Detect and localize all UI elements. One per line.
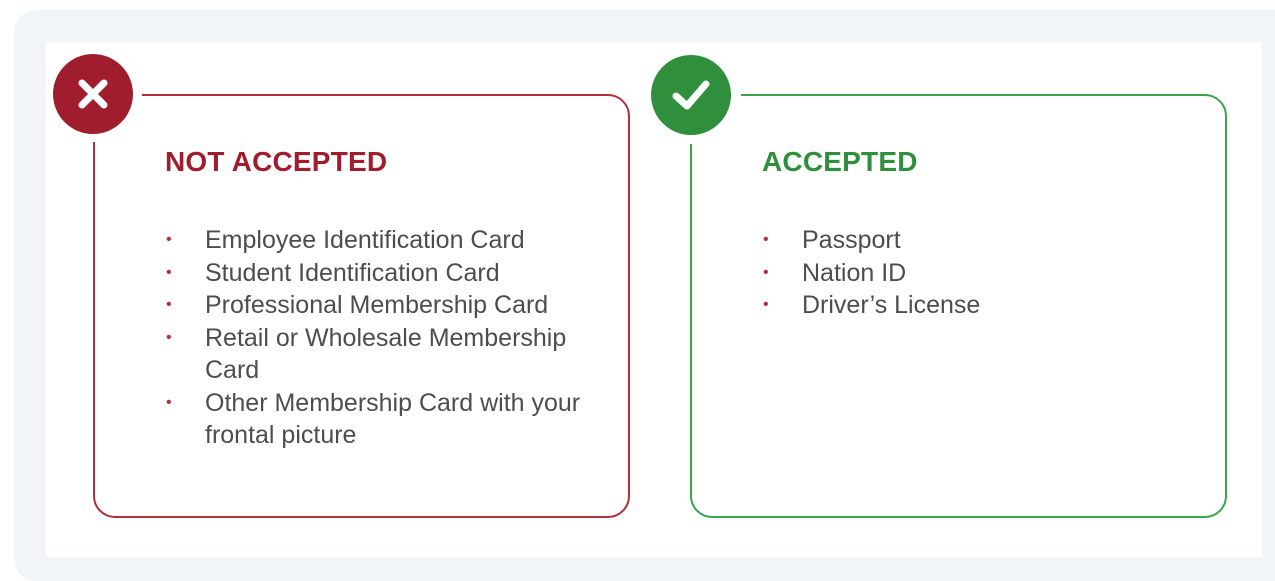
list-item: Other Membership Card with your frontal … [162, 387, 582, 452]
list-item: Passport [759, 224, 1159, 257]
accepted-title: ACCEPTED [762, 146, 918, 177]
list-item: Nation ID [759, 257, 1159, 290]
not-accepted-badge [53, 54, 133, 134]
list-item: Employee Identification Card [162, 224, 582, 257]
not-accepted-title: NOT ACCEPTED [165, 146, 388, 177]
list-item: Retail or Wholesale Membership Card [162, 322, 582, 387]
accepted-list: Passport Nation ID Driver’s License [759, 224, 1159, 322]
x-icon [78, 79, 108, 109]
list-item: Driver’s License [759, 289, 1159, 322]
list-item: Student Identification Card [162, 257, 582, 290]
accepted-badge [651, 55, 731, 135]
list-item: Professional Membership Card [162, 289, 582, 322]
check-icon [672, 80, 710, 110]
not-accepted-list: Employee Identification Card Student Ide… [162, 224, 582, 452]
